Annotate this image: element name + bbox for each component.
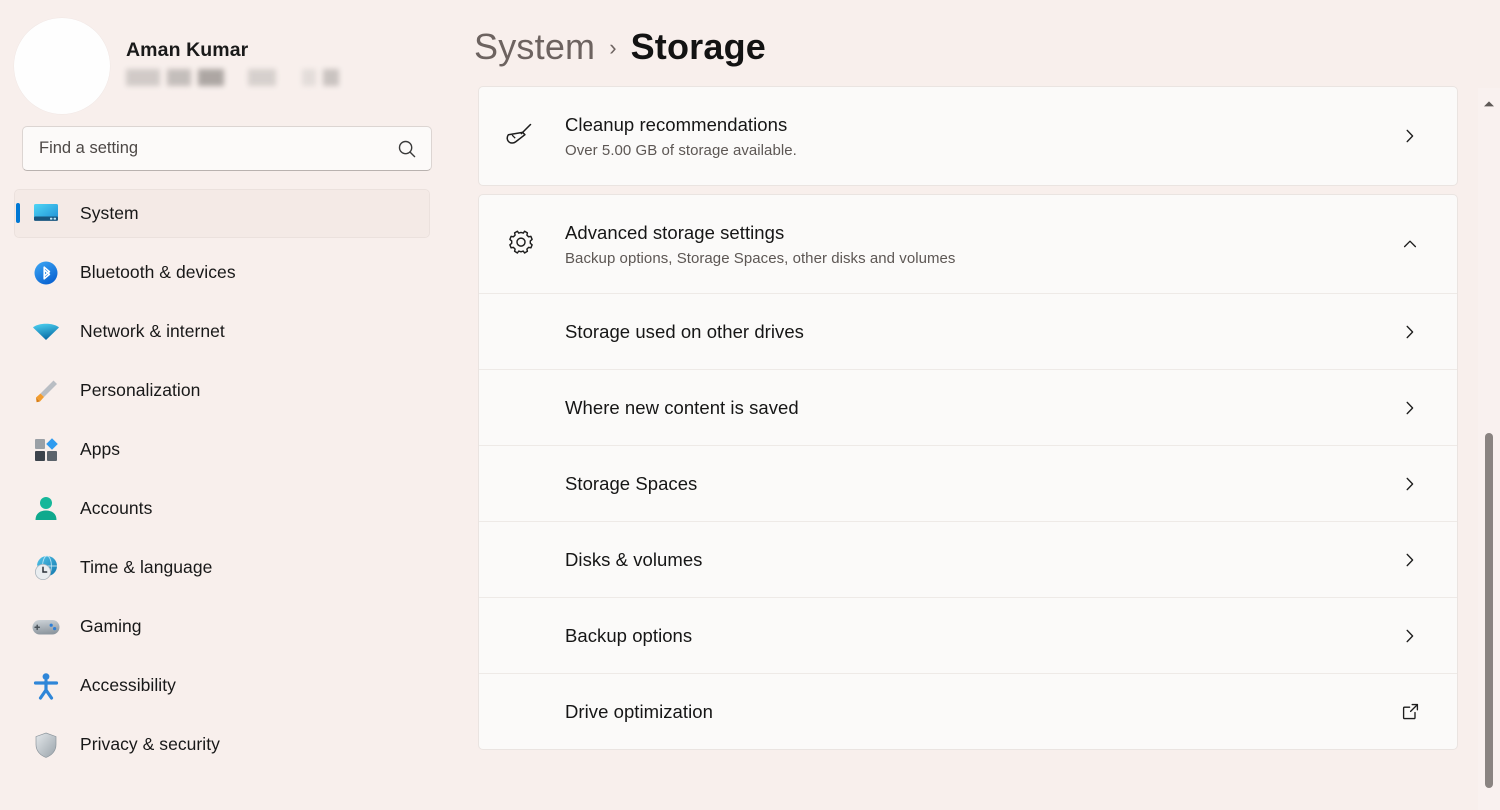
avatar[interactable] [14,18,110,114]
cleanup-recommendations-row[interactable]: Cleanup recommendations Over 5.00 GB of … [479,87,1457,185]
bluetooth-icon [30,258,62,288]
scrollbar-thumb[interactable] [1485,433,1493,788]
chevron-right-icon[interactable] [1393,323,1427,341]
sidebar-item-label: Privacy & security [80,734,220,754]
breadcrumb-parent[interactable]: System [474,26,595,68]
advanced-storage-settings-row[interactable]: Advanced storage settings Backup options… [479,195,1457,293]
accessibility-person-icon [30,671,62,701]
cleanup-subtitle: Over 5.00 GB of storage available. [565,141,797,159]
search-input[interactable] [22,126,432,171]
settings-list: Cleanup recommendations Over 5.00 GB of … [452,86,1490,750]
card-cleanup-recommendations: Cleanup recommendations Over 5.00 GB of … [478,86,1458,186]
sidebar-item-label: Gaming [80,616,142,636]
sidebar-item-gaming[interactable]: Gaming [14,602,430,651]
shield-icon [30,730,62,760]
monitor-icon [30,199,62,229]
card-advanced-storage-settings: Advanced storage settings Backup options… [478,194,1458,750]
main-content: System › Storage Cleanup recommendations… [452,0,1500,810]
profile-name: Aman Kumar [126,39,249,61]
sidebar-item-label: System [80,203,139,223]
chevron-right-icon[interactable] [1393,551,1427,569]
profile-section[interactable]: Aman Kumar [0,0,452,114]
subitem-storage-used-on-other-drives[interactable]: Storage used on other drives [479,293,1457,369]
sidebar-item-accounts[interactable]: Accounts [14,484,430,533]
cleanup-title: Cleanup recommendations [565,113,788,135]
subitem-storage-spaces[interactable]: Storage Spaces [479,445,1457,521]
advanced-storage-subtitle: Backup options, Storage Spaces, other di… [565,249,956,267]
search-icon[interactable] [390,126,424,171]
sidebar: Aman Kumar Find a setting System Bluetoo… [0,0,452,810]
subitem-label: Disks & volumes [565,549,703,570]
gamepad-icon [30,612,62,642]
sidebar-item-label: Network & internet [80,321,225,341]
search-container [22,126,432,171]
breadcrumb: System › Storage [452,0,1500,86]
sidebar-item-system[interactable]: System [14,189,430,238]
subitem-label: Storage used on other drives [565,321,804,342]
subitem-label: Storage Spaces [565,473,698,494]
chevron-right-icon[interactable] [1393,399,1427,417]
sidebar-item-label: Personalization [80,380,201,400]
sidebar-item-network-internet[interactable]: Network & internet [14,307,430,356]
subitem-label: Backup options [565,625,693,646]
subitem-backup-options[interactable]: Backup options [479,597,1457,673]
advanced-storage-title: Advanced storage settings [565,221,785,243]
paintbrush-icon [30,376,62,406]
broom-icon [501,119,541,153]
sidebar-item-label: Apps [80,439,121,459]
sidebar-item-bluetooth-devices[interactable]: Bluetooth & devices [14,248,430,297]
sidebar-item-label: Time & language [80,557,213,577]
person-icon [30,494,62,524]
caret-up-icon[interactable] [1478,94,1500,114]
cleanup-text: Cleanup recommendations Over 5.00 GB of … [565,112,1393,161]
sidebar-item-label: Bluetooth & devices [80,262,236,282]
breadcrumb-separator-icon: › [609,35,617,60]
subitem-drive-optimization[interactable]: Drive optimization [479,673,1457,749]
sidebar-item-privacy-security[interactable]: Privacy & security [14,720,430,769]
sidebar-item-time-language[interactable]: Time & language [14,543,430,592]
profile-text: Aman Kumar [126,38,339,94]
chevron-right-icon[interactable] [1393,627,1427,645]
sidebar-item-personalization[interactable]: Personalization [14,366,430,415]
clock-globe-icon [30,553,62,583]
vertical-scrollbar[interactable] [1478,88,1500,810]
sidebar-item-label: Accessibility [80,675,176,695]
page-title: Storage [630,26,766,67]
profile-email-redacted [126,68,339,86]
settings-window: Aman Kumar Find a setting System Bluetoo… [0,0,1500,810]
sidebar-nav: System Bluetooth & devices Network & int… [0,189,452,769]
subitem-disks-volumes[interactable]: Disks & volumes [479,521,1457,597]
subitem-label: Where new content is saved [565,397,799,418]
gear-icon [501,228,541,260]
sidebar-item-apps[interactable]: Apps [14,425,430,474]
chevron-right-icon[interactable] [1393,127,1427,145]
advanced-storage-text: Advanced storage settings Backup options… [565,220,1393,269]
sidebar-item-label: Accounts [80,498,153,518]
subitem-where-new-content-is-saved[interactable]: Where new content is saved [479,369,1457,445]
sidebar-item-accessibility[interactable]: Accessibility [14,661,430,710]
chevron-up-icon[interactable] [1393,235,1427,253]
chevron-right-icon[interactable] [1393,475,1427,493]
subitem-label: Drive optimization [565,701,713,722]
apps-grid-icon [30,435,62,465]
wifi-icon [30,317,62,347]
open-external-icon[interactable] [1393,702,1427,721]
